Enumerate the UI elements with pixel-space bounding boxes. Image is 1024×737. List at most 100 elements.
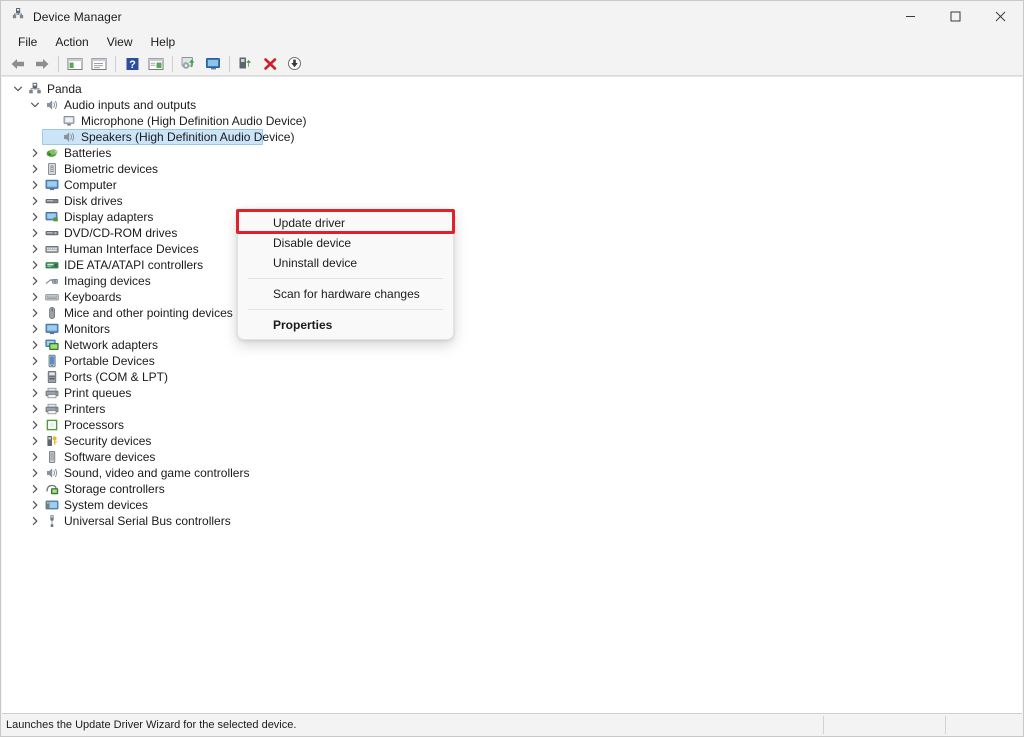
tree-item[interactable]: Display adapters [2, 209, 1022, 225]
tree-item[interactable]: Ports (COM & LPT) [2, 369, 1022, 385]
tree-item[interactable]: Security devices [2, 433, 1022, 449]
tree-item[interactable]: Universal Serial Bus controllers [2, 513, 1022, 529]
toolbar-separator-2 [115, 56, 116, 72]
usb-controller-icon [43, 513, 61, 529]
tree-item-label: Imaging devices [61, 274, 151, 288]
tree-item[interactable]: Keyboards [2, 289, 1022, 305]
tree-expander-collapsed-icon[interactable] [27, 481, 43, 497]
uninstall-device-button[interactable] [258, 53, 282, 75]
tree-item[interactable]: Network adapters [2, 337, 1022, 353]
ctx-uninstall-device[interactable]: Uninstall device [238, 253, 453, 273]
speaker-icon [43, 97, 61, 113]
tree-expander-collapsed-icon[interactable] [27, 305, 43, 321]
view-pane-button[interactable] [144, 53, 168, 75]
tree-item[interactable]: Mice and other pointing devices [2, 305, 1022, 321]
tree-expander-none-icon [44, 113, 60, 129]
forward-button[interactable] [30, 53, 54, 75]
tree-expander-collapsed-icon[interactable] [27, 161, 43, 177]
tree-item[interactable]: System devices [2, 497, 1022, 513]
tree-expander-collapsed-icon[interactable] [27, 225, 43, 241]
device-tree: PandaAudio inputs and outputsMicrophone … [2, 79, 1022, 529]
storage-controller-icon [43, 481, 61, 497]
scan-for-hardware-changes-button[interactable] [201, 53, 225, 75]
tree-item-label: System devices [61, 498, 148, 512]
tree-item[interactable]: Sound, video and game controllers [2, 465, 1022, 481]
tree-expander-collapsed-icon[interactable] [27, 369, 43, 385]
tree-item[interactable]: Biometric devices [2, 161, 1022, 177]
menu-view[interactable]: View [98, 34, 142, 50]
tree-expander-collapsed-icon[interactable] [27, 353, 43, 369]
tree-expander-collapsed-icon[interactable] [27, 273, 43, 289]
show-hide-console-tree-button[interactable] [63, 53, 87, 75]
tree-expander-collapsed-icon[interactable] [27, 209, 43, 225]
disable-device-button[interactable] [282, 53, 306, 75]
tree-expander-collapsed-icon[interactable] [27, 417, 43, 433]
tree-item[interactable]: Print queues [2, 385, 1022, 401]
tree-item-label: Monitors [61, 322, 110, 336]
close-button[interactable] [978, 1, 1023, 32]
enable-device-button[interactable] [234, 53, 258, 75]
tree-expander-collapsed-icon[interactable] [27, 513, 43, 529]
mouse-icon [43, 305, 61, 321]
tree-item[interactable]: Monitors [2, 321, 1022, 337]
tree-item[interactable]: Processors [2, 417, 1022, 433]
tree-expander-collapsed-icon[interactable] [27, 321, 43, 337]
menu-action[interactable]: Action [46, 34, 97, 50]
tree-item[interactable]: Portable Devices [2, 353, 1022, 369]
menu-help[interactable]: Help [142, 34, 185, 50]
tree-expander-collapsed-icon[interactable] [27, 465, 43, 481]
menu-file[interactable]: File [9, 34, 46, 50]
tree-item-label: Microphone (High Definition Audio Device… [78, 114, 306, 128]
tree-expander-expanded-icon[interactable] [27, 97, 43, 113]
tree-item[interactable]: Speakers (High Definition Audio Device) [2, 129, 1022, 145]
tree-item-label: Network adapters [61, 338, 158, 352]
tree-item[interactable]: Panda [2, 81, 1022, 97]
tree-expander-collapsed-icon[interactable] [27, 241, 43, 257]
tree-expander-collapsed-icon[interactable] [27, 289, 43, 305]
minimize-button[interactable] [888, 1, 933, 32]
portable-device-icon [43, 353, 61, 369]
tree-expander-collapsed-icon[interactable] [27, 337, 43, 353]
menu-bar: File Action View Help [1, 32, 1023, 52]
tree-item[interactable]: Human Interface Devices [2, 241, 1022, 257]
tree-expander-expanded-icon[interactable] [10, 81, 26, 97]
tree-item[interactable]: Storage controllers [2, 481, 1022, 497]
tree-expander-collapsed-icon[interactable] [27, 257, 43, 273]
hid-icon [43, 241, 61, 257]
properties-button[interactable] [87, 53, 111, 75]
tree-expander-collapsed-icon[interactable] [27, 401, 43, 417]
fingerprint-icon [43, 161, 61, 177]
tree-expander-collapsed-icon[interactable] [27, 497, 43, 513]
tree-item[interactable]: IDE ATA/ATAPI controllers [2, 257, 1022, 273]
back-button[interactable] [6, 53, 30, 75]
monitor-icon [43, 321, 61, 337]
tree-item[interactable]: Microphone (High Definition Audio Device… [2, 113, 1022, 129]
update-driver-software-button[interactable] [177, 53, 201, 75]
ctx-scan-for-hardware-changes[interactable]: Scan for hardware changes [238, 284, 453, 304]
maximize-button[interactable] [933, 1, 978, 32]
ctx-properties[interactable]: Properties [238, 315, 453, 335]
ctx-separator-1 [248, 278, 443, 279]
ctx-update-driver[interactable]: Update driver [238, 213, 453, 233]
tree-expander-collapsed-icon[interactable] [27, 385, 43, 401]
tree-item[interactable]: DVD/CD-ROM drives [2, 225, 1022, 241]
tree-item[interactable]: Printers [2, 401, 1022, 417]
printer-icon [43, 401, 61, 417]
tree-expander-collapsed-icon[interactable] [27, 145, 43, 161]
tree-item[interactable]: Disk drives [2, 193, 1022, 209]
tree-item[interactable]: Computer [2, 177, 1022, 193]
processor-icon [43, 417, 61, 433]
tree-expander-collapsed-icon[interactable] [27, 193, 43, 209]
tree-item-label: Speakers (High Definition Audio Device) [78, 130, 294, 144]
tree-expander-collapsed-icon[interactable] [27, 449, 43, 465]
tree-item[interactable]: Imaging devices [2, 273, 1022, 289]
toolbar-separator-1 [58, 56, 59, 72]
ctx-disable-device[interactable]: Disable device [238, 233, 453, 253]
tree-item[interactable]: Batteries [2, 145, 1022, 161]
help-button[interactable]: ? [120, 53, 144, 75]
tree-expander-collapsed-icon[interactable] [27, 177, 43, 193]
tree-item[interactable]: Audio inputs and outputs [2, 97, 1022, 113]
tree-item[interactable]: Software devices [2, 449, 1022, 465]
tree-expander-collapsed-icon[interactable] [27, 433, 43, 449]
tree-item-label: Human Interface Devices [61, 242, 199, 256]
